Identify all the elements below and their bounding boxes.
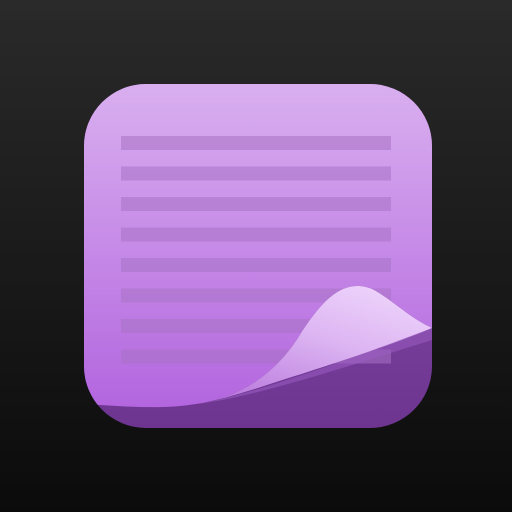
notes-app-icon[interactable] [0,0,512,512]
rule-line [121,136,391,150]
rule-line [121,258,391,272]
rule-line [121,197,391,211]
screen [0,0,512,512]
rule-line [121,227,391,242]
rule-line [121,166,391,181]
